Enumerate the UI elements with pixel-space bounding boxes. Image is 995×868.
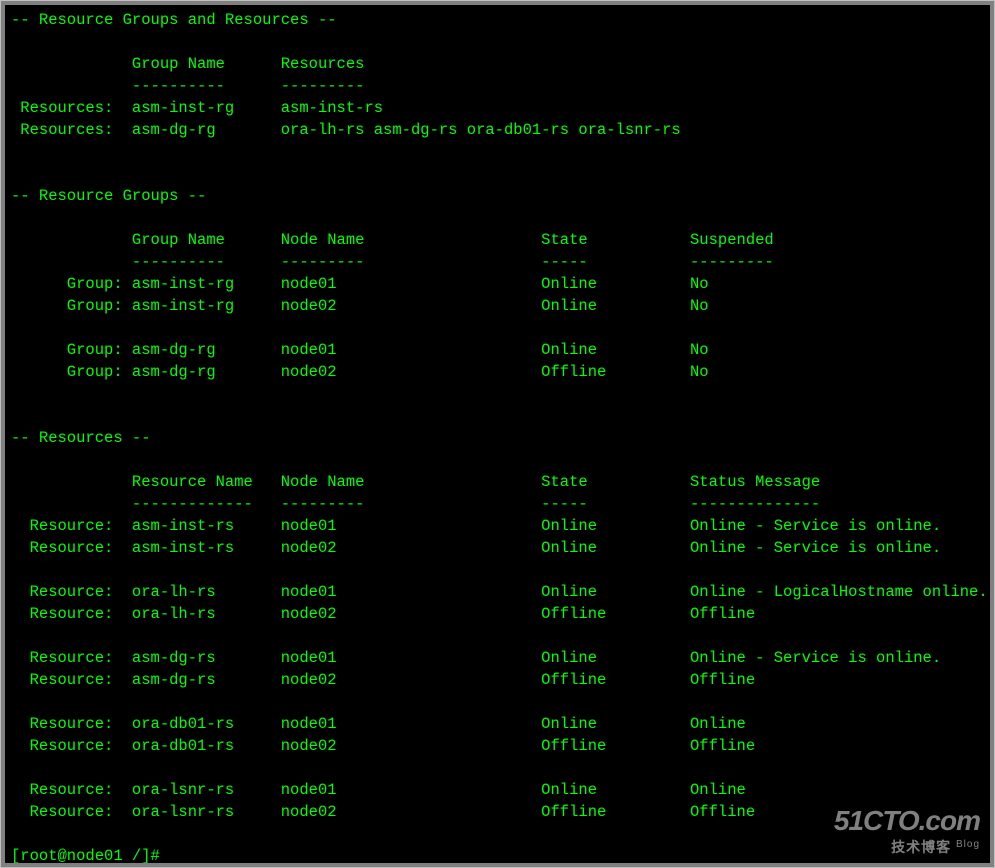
screenshot-frame: -- Resource Groups and Resources -- Grou… — [0, 0, 995, 868]
terminal-output: -- Resource Groups and Resources -- Grou… — [5, 5, 990, 863]
